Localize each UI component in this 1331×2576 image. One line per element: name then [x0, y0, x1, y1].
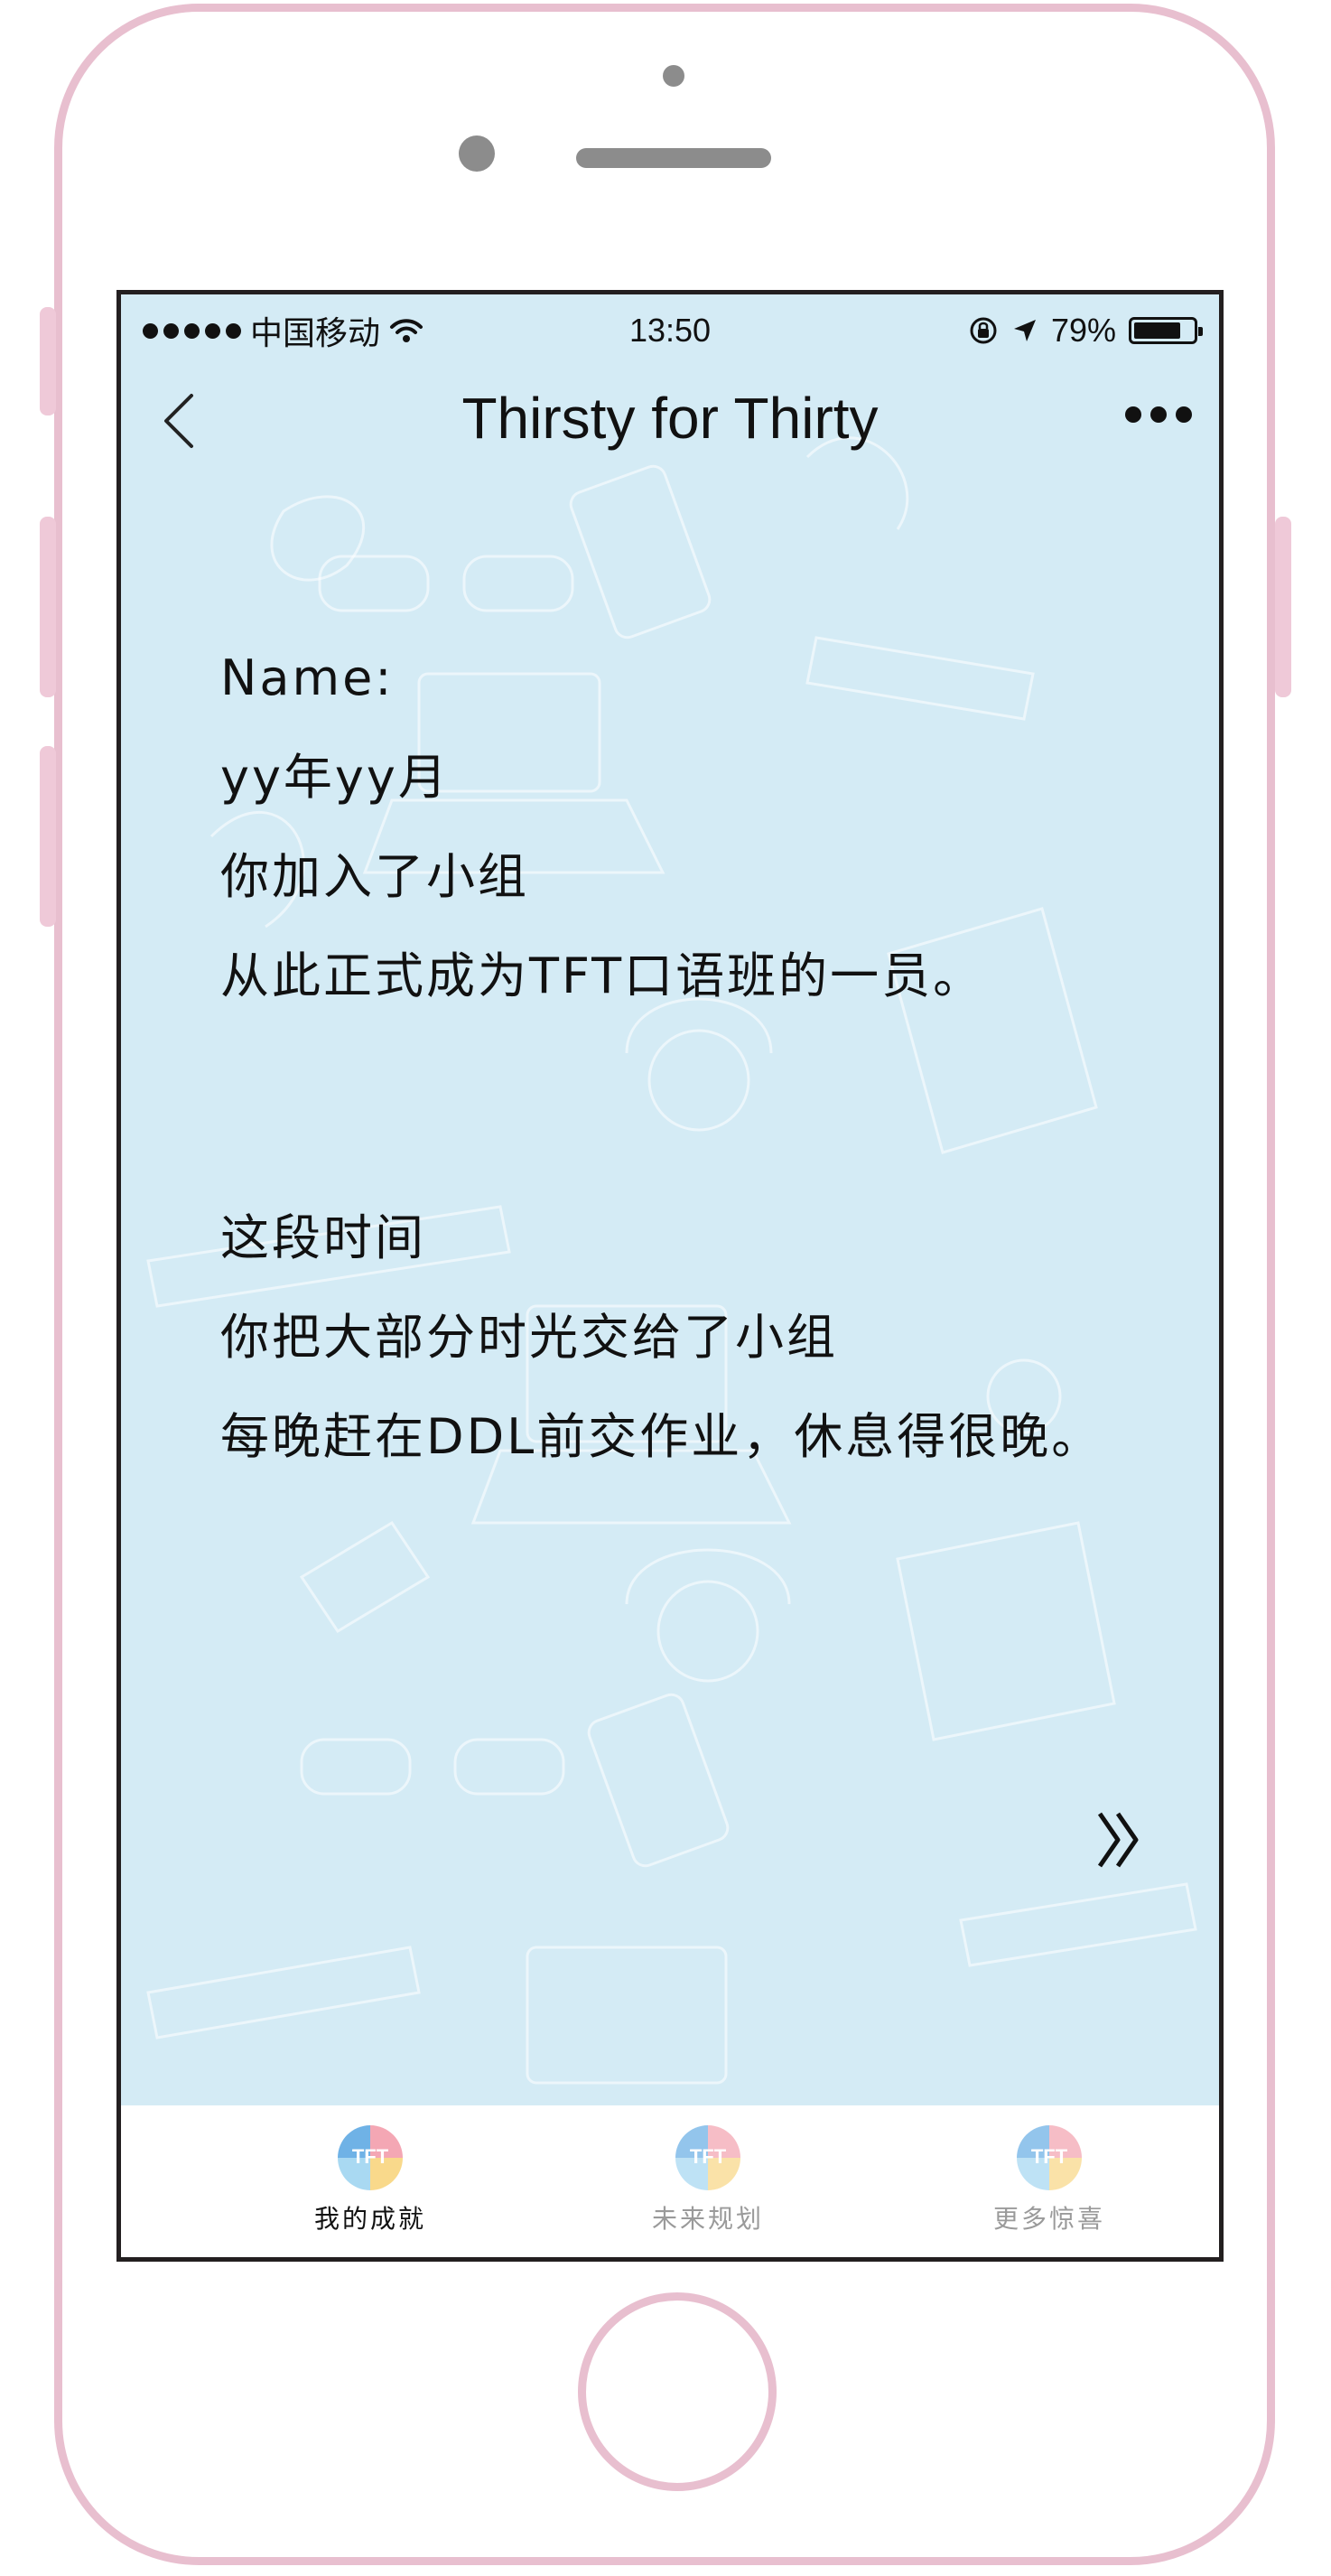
letter-line: Name:: [220, 649, 395, 706]
volume-down-button: [40, 746, 56, 927]
silent-switch: [40, 307, 56, 415]
letter-line: 从此正式成为TFT口语班的一员。: [220, 947, 985, 1004]
letter-line: yy年yy月: [220, 749, 450, 806]
letter-line: 你把大部分时光交给了小组: [220, 1309, 838, 1366]
status-bar: 中国移动 13:50 79%: [121, 294, 1219, 367]
location-arrow-icon: [1013, 320, 1036, 341]
earpiece-speaker: [576, 148, 771, 168]
tab-label: 我的成就: [313, 2204, 426, 2234]
letter-line: 每晚赶在DDL前交作业，休息得很晚。: [220, 1408, 1103, 1465]
page-title: Thirsty for Thirty: [461, 386, 879, 451]
tft-logo-icon: TFT: [1017, 2125, 1082, 2190]
tab-label: 未来规划: [651, 2204, 764, 2234]
tft-logo-icon: TFT: [675, 2125, 740, 2190]
tab-more-surprises[interactable]: TFT 更多惊喜: [959, 2125, 1140, 2235]
app-screen: 中国移动 13:50 79% Thirsty for Thirty Name: …: [116, 290, 1224, 2262]
bottom-tab-bar: TFT 我的成就 TFT 未来规划 TFT 更多惊喜: [121, 2105, 1219, 2257]
next-page-double-chevron-icon[interactable]: [1094, 1808, 1149, 1871]
letter-line: 你加入了小组: [220, 848, 529, 905]
tab-label: 更多惊喜: [992, 2204, 1105, 2234]
tab-future-plans[interactable]: TFT 未来规划: [618, 2125, 798, 2235]
home-button[interactable]: [578, 2292, 777, 2491]
letter-line: 这段时间: [220, 1209, 426, 1266]
rotation-lock-icon: [970, 317, 997, 344]
proximity-sensor: [663, 65, 684, 87]
battery-icon: [1129, 317, 1203, 344]
front-camera: [459, 135, 495, 172]
letter-content: Name: yy年yy月 你加入了小组 从此正式成为TFT口语班的一员。 这段时…: [220, 629, 1103, 1487]
power-button: [1275, 517, 1291, 697]
more-options-icon[interactable]: [1125, 406, 1192, 423]
tft-logo-icon: TFT: [338, 2125, 403, 2190]
battery-percentage: 79%: [1050, 312, 1116, 349]
volume-up-button: [40, 517, 56, 697]
status-right: 79%: [968, 312, 1203, 350]
tab-my-achievements[interactable]: TFT 我的成就: [280, 2125, 461, 2235]
navigation-bar: Thirsty for Thirty: [121, 367, 1219, 466]
